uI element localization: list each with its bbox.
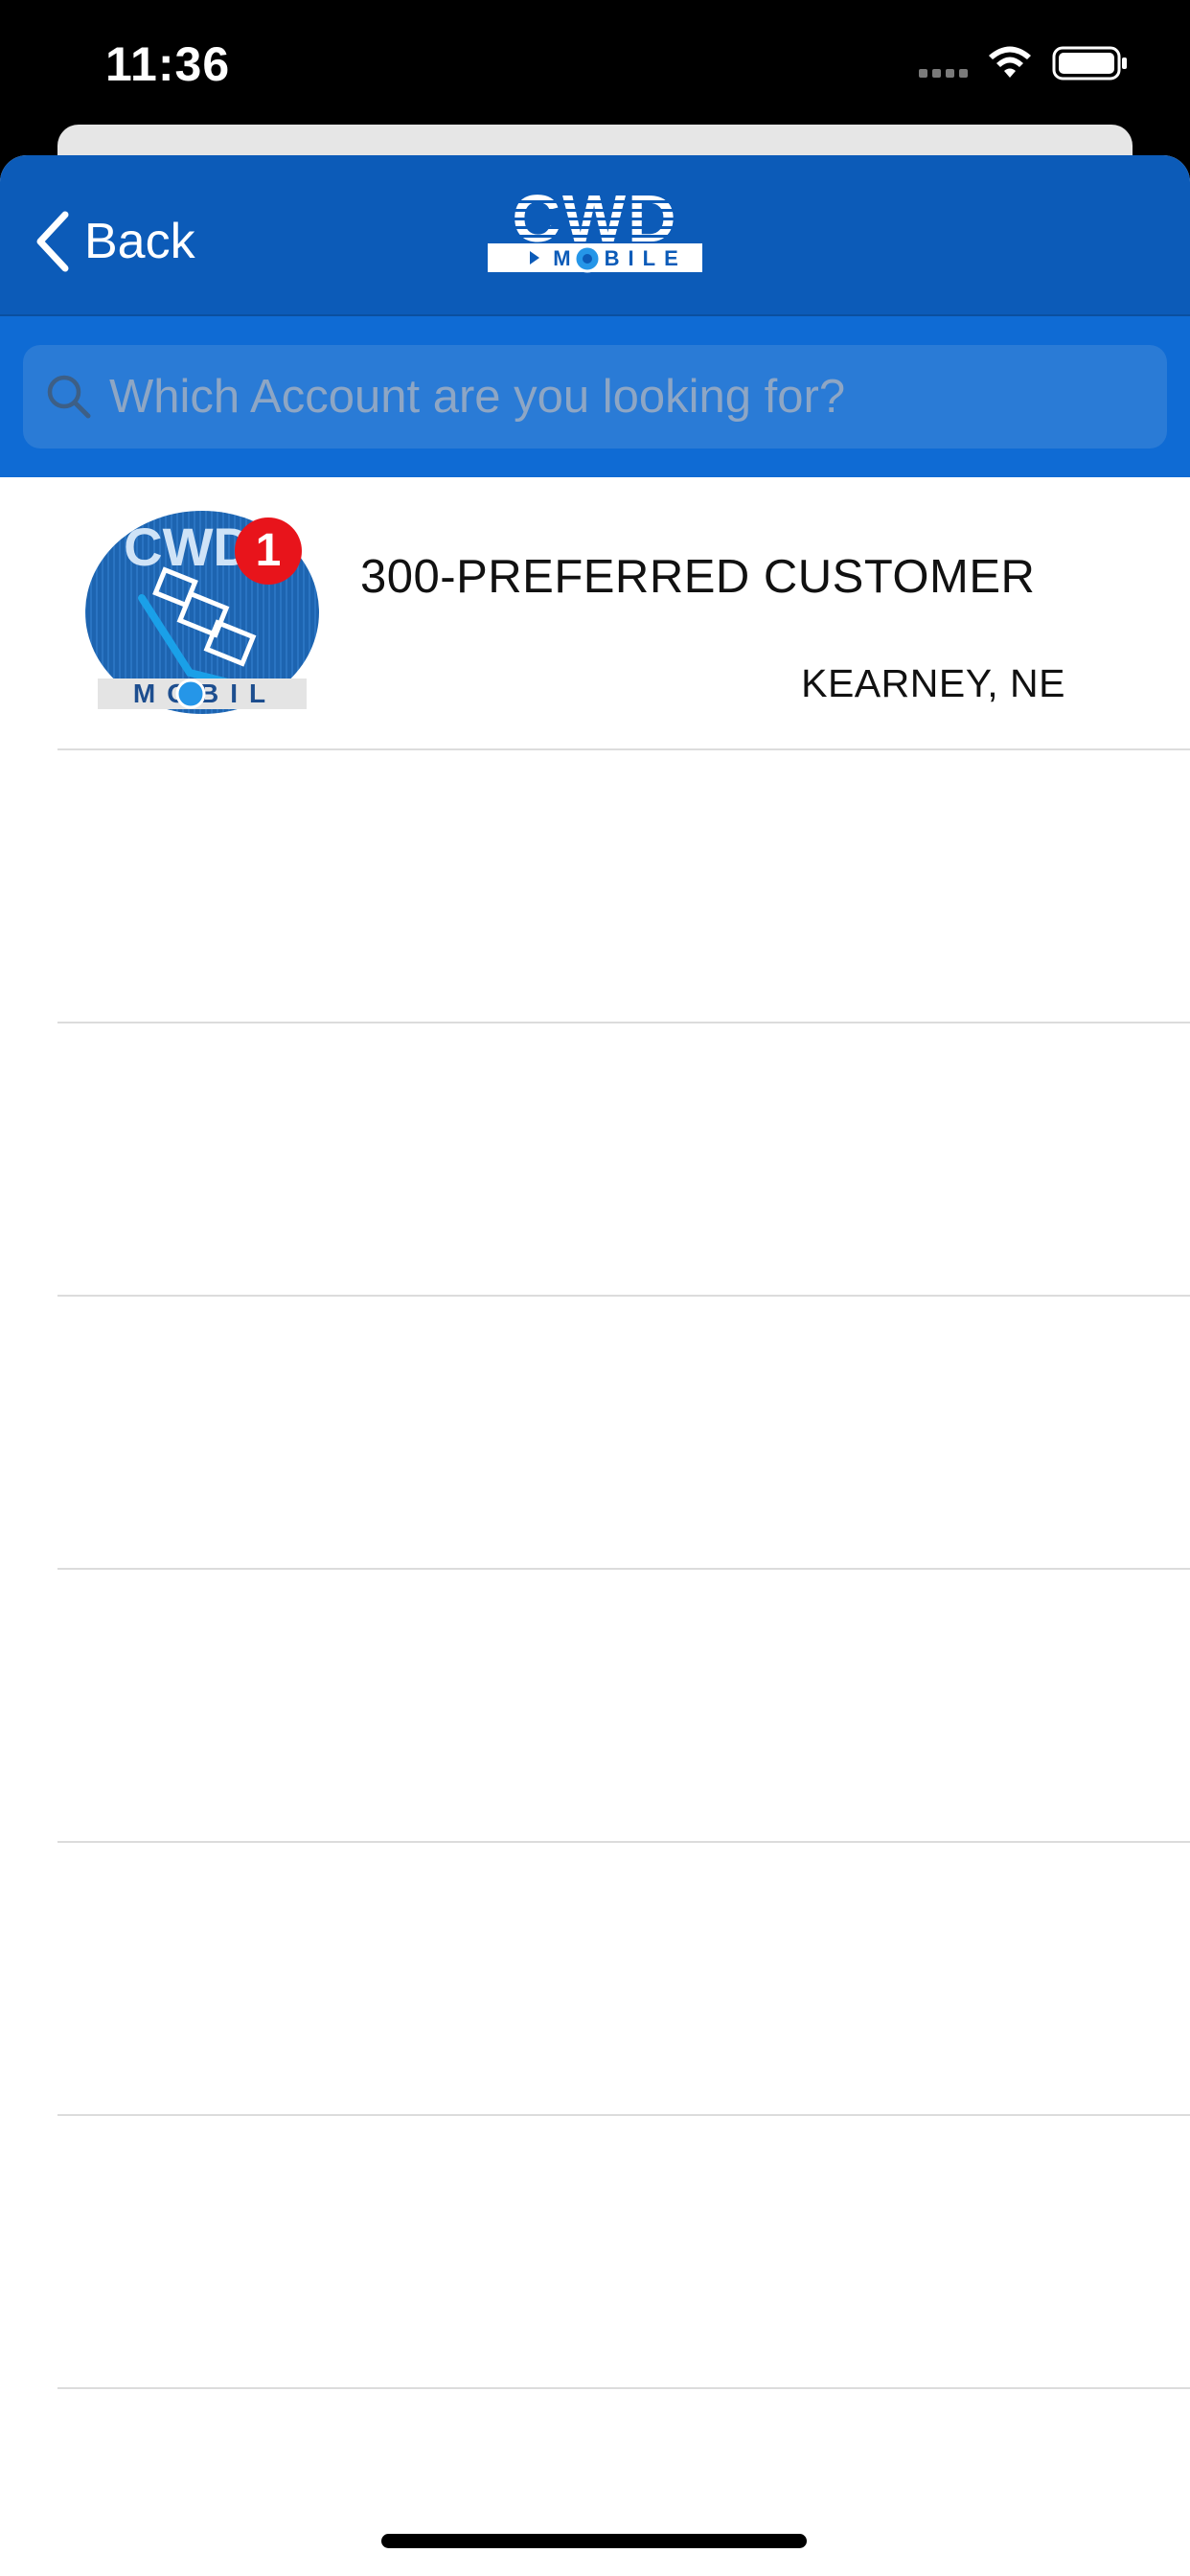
account-location: KEARNEY, NE [801,661,1065,705]
search-icon [47,375,91,419]
status-icons [919,42,1129,84]
empty-row [0,2116,1190,2389]
search-input[interactable] [109,345,1144,448]
svg-text:MOBILE: MOBILE [553,246,687,270]
navigation-bar: Back CWD MOBILE [0,155,1190,316]
account-row[interactable]: CWD MOBIL 1 300-PREFERRED CUSTOMER KEARN… [0,477,1190,750]
home-indicator[interactable] [381,2534,807,2548]
battery-icon [1052,46,1127,80]
wifi-icon [989,46,1031,78]
search-bar [0,316,1190,477]
svg-text:CWD: CWD [124,517,252,577]
empty-row [0,1570,1190,1843]
back-label: Back [84,214,195,269]
screen: 11:36 Back CWD MOBILE Which Account are … [0,0,1190,2576]
accounts-list: CWD MOBIL 1 300-PREFERRED CUSTOMER KEARN… [0,477,1190,2389]
back-button[interactable]: Back [34,203,195,280]
accounts-sheet: Back CWD MOBILE Which Account are you lo… [0,155,1190,2576]
status-bar: 11:36 [0,0,1190,125]
empty-row [0,1024,1190,1297]
empty-row [0,750,1190,1024]
notification-badge: 1 [235,518,302,585]
cellular-signal-icon [919,49,968,78]
cwd-mobile-logo: CWD MOBILE [488,186,702,273]
account-name: 300-PREFERRED CUSTOMER [360,551,1036,603]
chevron-left-icon [36,211,69,272]
empty-row [0,1297,1190,1570]
status-time: 11:36 [105,37,231,91]
empty-row [0,1843,1190,2116]
search-field[interactable] [23,345,1167,448]
